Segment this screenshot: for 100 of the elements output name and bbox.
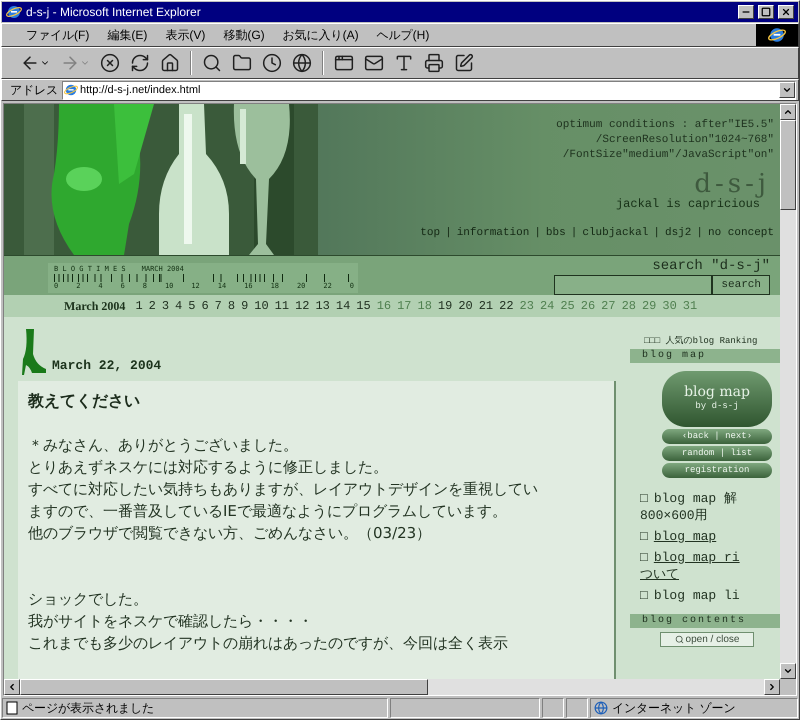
map-nav-button[interactable]: random | list	[662, 446, 772, 461]
caret-icon	[782, 85, 792, 95]
search-label: search "d-s-j"	[652, 257, 770, 275]
menu-item[interactable]: 表示(V)	[157, 26, 214, 44]
search-icon	[202, 53, 222, 73]
search-field[interactable]	[554, 275, 712, 295]
window-icon	[334, 53, 354, 73]
calendar-day[interactable]: 22	[499, 297, 514, 315]
scroll-thumb[interactable]	[20, 679, 428, 695]
globe-icon	[292, 53, 312, 73]
blog-map-link[interactable]: blog map	[654, 528, 716, 545]
calendar-day[interactable]: 19	[438, 297, 452, 315]
status-panel	[542, 698, 564, 718]
calendar-day[interactable]: 3	[162, 297, 170, 315]
nav-link[interactable]: bbs	[546, 225, 566, 242]
calendar-day[interactable]: 13	[315, 297, 330, 315]
address-field[interactable]: http://d-s-j.net/index.html	[62, 80, 796, 100]
calendar-day[interactable]: 1	[135, 297, 143, 315]
blog-map-link[interactable]: blog map ri	[654, 549, 740, 566]
post-text: とりあえずネスケには対応するように修正しました。	[28, 457, 389, 478]
blog-map-link[interactable]: ついて	[640, 566, 679, 583]
nav-separator: |	[696, 226, 703, 241]
calendar-day[interactable]: 4	[175, 297, 182, 315]
post-date: March 22, 2004	[52, 356, 162, 374]
scroll-right-button[interactable]	[764, 679, 780, 695]
mail-icon	[364, 53, 384, 73]
scroll-left-button[interactable]	[4, 679, 20, 695]
calendar-day[interactable]: 9	[241, 297, 248, 315]
open-close-button[interactable]: open / close	[660, 632, 754, 647]
calendar-day[interactable]: 14	[336, 297, 350, 315]
globe-icon	[594, 701, 608, 715]
menu-item[interactable]: 移動(G)	[215, 26, 273, 44]
stop-icon	[100, 53, 120, 73]
map-nav-button[interactable]: registration	[662, 463, 772, 478]
menu-item[interactable]: 編集(E)	[99, 26, 156, 44]
nav-separator: |	[570, 226, 578, 241]
calendar-month: March 2004	[64, 298, 126, 315]
calendar-day[interactable]: 2	[148, 297, 156, 315]
list-text: 800×600用	[640, 507, 708, 524]
post-text: 他のブラウザで閲覧できない方、ごめんなさい。（03/23）	[28, 523, 432, 544]
dropdown-button[interactable]	[779, 82, 795, 98]
zone-text: インターネット ゾーン	[612, 700, 736, 717]
calendar-day[interactable]: 21	[478, 297, 494, 315]
nav-separator: |	[445, 226, 452, 241]
close-button[interactable]	[778, 5, 794, 19]
ranking-link[interactable]: □□□ 人気のblog Ranking	[630, 335, 780, 347]
nav-link[interactable]: dsj2	[664, 225, 692, 242]
section-heading: blog contents	[630, 614, 780, 628]
calendar-day[interactable]: 12	[295, 297, 310, 315]
globe-e-icon	[768, 26, 786, 44]
folder-icon	[232, 53, 252, 73]
nav-link[interactable]: information	[456, 225, 530, 242]
post-text: これまでも多少のレイアウトの崩れはあったのですが、今回は全く表示	[28, 633, 509, 654]
menu-item[interactable]: ヘルプ(H)	[368, 26, 438, 44]
square-bullet: □	[640, 528, 648, 545]
nav-link[interactable]: clubjackal	[582, 225, 648, 242]
calendar-day[interactable]: 6	[201, 297, 209, 315]
calendar-day[interactable]: 15	[356, 297, 371, 315]
nav-link[interactable]: top	[420, 225, 440, 242]
refresh-icon	[130, 53, 150, 73]
tagline: jackal is capricious	[616, 197, 760, 211]
nav-link[interactable]: no concept	[708, 225, 774, 242]
home-icon	[160, 53, 180, 73]
page-icon	[5, 701, 19, 715]
search-icon	[674, 635, 684, 644]
globe-e-icon	[64, 83, 78, 97]
maximize-button[interactable]	[758, 5, 774, 19]
post-title: 教えてください	[28, 390, 141, 412]
post-text: ショックでした。	[28, 589, 149, 610]
scroll-down-button[interactable]	[780, 663, 796, 679]
square-bullet: □	[640, 549, 648, 566]
scroll-thumb[interactable]	[780, 120, 796, 210]
font-icon	[394, 53, 414, 73]
calendar-day[interactable]: 10	[254, 297, 269, 315]
section-heading: blog map	[630, 349, 780, 363]
square-bullet: □	[640, 587, 648, 604]
close-icon	[781, 7, 791, 17]
scroll-up-button[interactable]	[780, 104, 796, 120]
globe-e-icon	[6, 4, 22, 20]
post-text: ＊みなさん、ありがとうございました。	[28, 435, 299, 456]
calendar-day[interactable]: 7	[214, 297, 222, 315]
menu-item[interactable]: お気に入り(A)	[274, 26, 367, 44]
status-panel	[566, 698, 588, 718]
nav-separator: |	[534, 226, 541, 241]
search-button[interactable]: search	[712, 275, 770, 295]
maximize-icon	[761, 7, 771, 17]
menu-item[interactable]: ファイル(F)	[18, 26, 98, 44]
nav-separator: |	[653, 226, 660, 241]
conditions-text: optimum conditions : after"IE5.5"	[556, 118, 774, 133]
post-text: 我がサイトをネスケで確認したら・・・・	[28, 611, 314, 632]
calendar-day[interactable]: 11	[274, 297, 290, 315]
list-text: blog map 解	[654, 490, 738, 507]
list-text: blog map li	[654, 587, 740, 604]
calendar-day[interactable]: 5	[188, 297, 196, 315]
calendar-day[interactable]: 20	[458, 297, 473, 315]
calendar-day[interactable]: 8	[228, 297, 236, 315]
map-nav-button[interactable]: ‹back | next›	[662, 429, 772, 444]
minimize-button[interactable]	[738, 5, 754, 19]
square-bullet: □	[640, 490, 648, 507]
address-label: アドレス	[9, 82, 59, 99]
